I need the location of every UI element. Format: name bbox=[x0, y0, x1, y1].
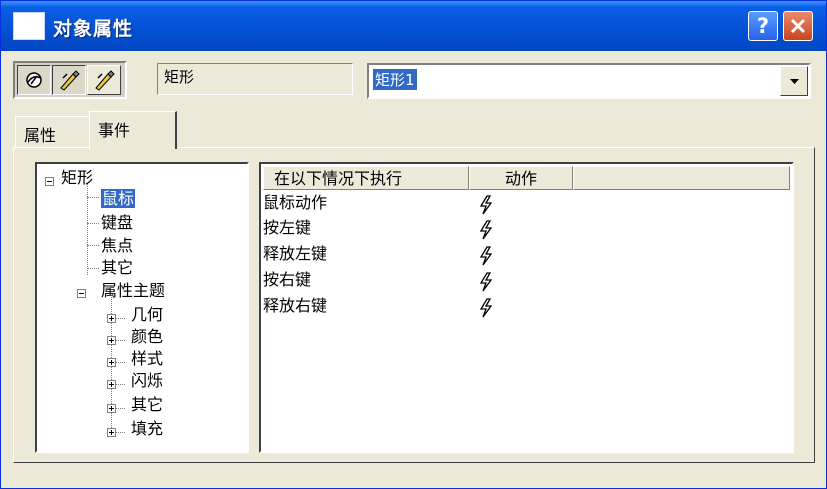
object-name-combobox[interactable]: 矩形1 bbox=[367, 63, 811, 99]
edit-tool-button[interactable] bbox=[52, 65, 86, 95]
object-type-field: 矩形 bbox=[157, 63, 353, 95]
tree-line bbox=[87, 197, 99, 198]
event-condition: 鼠标动作 bbox=[263, 193, 328, 212]
event-condition: 按右键 bbox=[263, 270, 312, 289]
tree-node-property-theme[interactable]: 属性主题 bbox=[101, 280, 165, 302]
collapse-toggle-root[interactable] bbox=[45, 177, 54, 186]
tree-node-style[interactable]: 样式 bbox=[131, 348, 163, 370]
tree-node-mouse[interactable]: 鼠标 bbox=[101, 188, 136, 210]
event-condition: 按左键 bbox=[263, 218, 312, 237]
tool-button-group bbox=[13, 61, 127, 99]
tree-line bbox=[87, 223, 99, 224]
close-icon bbox=[790, 18, 806, 34]
table-row[interactable]: 鼠标动作 bbox=[263, 192, 327, 218]
event-category-tree[interactable]: 矩形 鼠标 键盘 焦点 其它 属性主题 几何 颜色 样式 闪烁 其它 填充 bbox=[35, 162, 249, 453]
dropdown-button[interactable] bbox=[780, 66, 808, 96]
column-header-condition[interactable]: 在以下情况下执行 bbox=[263, 166, 469, 190]
expand-toggle-other-theme[interactable] bbox=[107, 404, 116, 413]
select-tool-button[interactable] bbox=[17, 65, 51, 95]
object-properties-window: 对象属性 ? 矩形 矩形1 属性 事件 矩形 鼠标 键盘 焦点 其它 属性主题 … bbox=[0, 0, 827, 489]
event-condition: 释放右键 bbox=[263, 296, 328, 315]
edit-tool-button-alt[interactable] bbox=[87, 65, 121, 95]
tab-properties[interactable]: 属性 bbox=[15, 116, 89, 148]
tree-node-other-theme[interactable]: 其它 bbox=[131, 394, 163, 416]
lightning-icon[interactable] bbox=[475, 271, 497, 293]
tree-node-focus[interactable]: 焦点 bbox=[101, 235, 133, 257]
tree-line bbox=[87, 245, 99, 246]
lightning-icon[interactable] bbox=[475, 219, 497, 241]
pointer-ball-icon bbox=[26, 72, 42, 88]
column-header-action[interactable]: 动作 bbox=[469, 166, 573, 190]
tree-node-color[interactable]: 颜色 bbox=[131, 326, 163, 348]
table-row[interactable]: 按右键 bbox=[263, 269, 311, 295]
tree-node-blink[interactable]: 闪烁 bbox=[131, 370, 163, 392]
expand-toggle-fill[interactable] bbox=[107, 428, 116, 437]
window-icon bbox=[13, 12, 45, 40]
question-mark-icon: ? bbox=[756, 14, 770, 38]
object-name-value: 矩形1 bbox=[373, 69, 417, 90]
collapse-toggle-property-theme[interactable] bbox=[77, 289, 86, 298]
tree-line bbox=[87, 268, 99, 269]
lightning-icon[interactable] bbox=[475, 194, 497, 216]
pencil-edit-icon-alt bbox=[95, 70, 115, 91]
chevron-down-icon bbox=[790, 79, 799, 84]
tab-events[interactable]: 事件 bbox=[89, 111, 177, 149]
table-row[interactable]: 按左键 bbox=[263, 217, 311, 243]
help-button[interactable]: ? bbox=[748, 11, 778, 41]
expand-toggle-blink[interactable] bbox=[107, 380, 116, 389]
event-action-table: 在以下情况下执行 动作 鼠标动作 按左键 释放左键 按右键 释放右键 bbox=[259, 162, 794, 453]
expand-toggle-color[interactable] bbox=[107, 336, 116, 345]
table-row[interactable]: 释放右键 bbox=[263, 295, 327, 321]
expand-toggle-geometry[interactable] bbox=[107, 314, 116, 323]
tree-node-keyboard[interactable]: 键盘 bbox=[101, 212, 133, 234]
tree-node-root[interactable]: 矩形 bbox=[61, 167, 93, 189]
lightning-icon[interactable] bbox=[475, 245, 497, 267]
column-header-filler bbox=[573, 166, 790, 190]
lightning-icon[interactable] bbox=[475, 297, 497, 319]
event-condition: 释放左键 bbox=[263, 244, 328, 263]
table-row[interactable]: 释放左键 bbox=[263, 243, 327, 269]
pencil-edit-icon bbox=[60, 70, 80, 91]
expand-toggle-style[interactable] bbox=[107, 358, 116, 367]
tree-node-other[interactable]: 其它 bbox=[101, 257, 133, 279]
tree-node-geometry[interactable]: 几何 bbox=[131, 304, 163, 326]
close-button[interactable] bbox=[783, 11, 813, 41]
window-title: 对象属性 bbox=[53, 18, 134, 40]
tree-node-fill[interactable]: 填充 bbox=[131, 418, 163, 440]
pane-splitter[interactable] bbox=[249, 162, 259, 453]
title-bar[interactable]: 对象属性 ? bbox=[1, 1, 826, 51]
